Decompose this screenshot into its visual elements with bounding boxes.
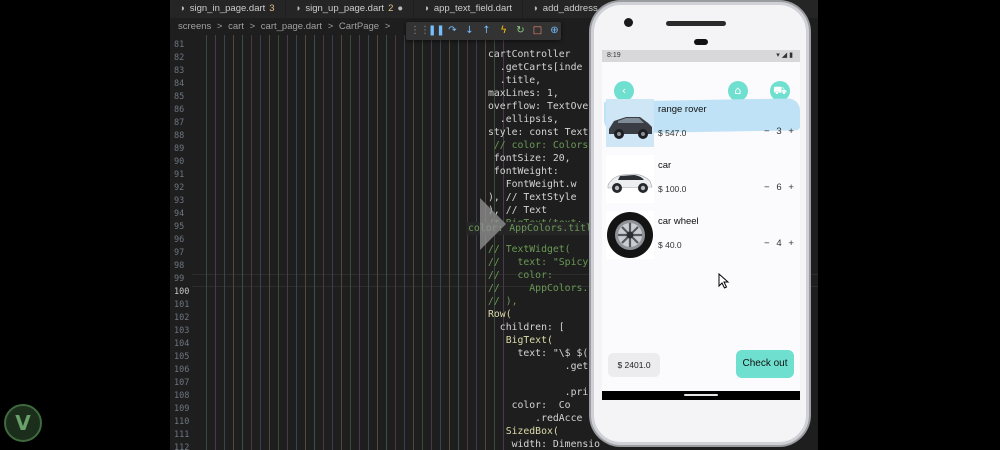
quantity-stepper: − 3 + xyxy=(764,126,794,137)
play-arrow-overlay-icon xyxy=(480,198,506,250)
decrement-button[interactable]: − xyxy=(764,238,770,249)
decrement-button[interactable]: − xyxy=(764,182,770,193)
code-line: .title, xyxy=(488,75,542,86)
car-image xyxy=(606,155,654,203)
breadcrumb-separator: > xyxy=(216,21,223,32)
code-line: children: [ xyxy=(488,322,565,333)
front-camera xyxy=(624,18,633,27)
code-line: FontWeight.w xyxy=(488,179,577,190)
code-line: .getCarts[inde xyxy=(488,62,583,73)
code-line: BigText( xyxy=(488,335,553,346)
dart-file-icon: ◗ xyxy=(295,3,302,14)
code-line: fontSize: 20, xyxy=(488,153,571,164)
car-wheel-image xyxy=(606,211,654,259)
code-line: fontWeight: xyxy=(488,166,559,177)
cart-item[interactable]: car wheel $ 40.0 − 4 + xyxy=(602,209,800,263)
tab-app-text-field[interactable]: ◗ app_text_field.dart xyxy=(414,0,524,18)
pause-icon[interactable]: ❚❚ xyxy=(428,22,445,40)
increment-button[interactable]: + xyxy=(788,238,794,249)
step-over-icon[interactable]: ↷ xyxy=(446,22,459,40)
item-name: range rover xyxy=(658,104,707,115)
code-line: SizedBox( xyxy=(488,426,559,437)
status-bar: 8:19 ▾◢▮ xyxy=(602,50,800,62)
code-line: maxLines: 1, xyxy=(488,88,559,99)
quantity-stepper: − 4 + xyxy=(764,238,794,249)
code-line: width: Dimensio xyxy=(488,439,601,450)
code-line: .pri xyxy=(488,387,589,398)
quantity-value: 4 xyxy=(776,238,782,249)
debug-toolbar: ⋮⋮ ❚❚ ↷ ↓ ↑ ϟ ↻ □ ⊕ xyxy=(406,22,561,40)
item-price: $ 40.0 xyxy=(658,240,682,250)
decrement-button[interactable]: − xyxy=(764,126,770,137)
code-line: Row( xyxy=(488,309,512,320)
checkout-button[interactable]: Check out xyxy=(736,350,794,378)
status-icons: ▾◢▮ xyxy=(776,52,795,59)
code-line: color: Co xyxy=(488,400,571,411)
step-out-icon[interactable]: ↑ xyxy=(480,22,493,40)
problem-count-badge: 3 xyxy=(269,3,275,14)
quantity-stepper: − 6 + xyxy=(764,182,794,193)
breadcrumb-screens[interactable]: screens xyxy=(178,21,211,32)
item-name: car wheel xyxy=(658,216,699,227)
hot-reload-icon[interactable]: ϟ xyxy=(497,22,510,40)
code-line: // color: Colors xyxy=(488,140,589,151)
dart-file-icon: ◗ xyxy=(533,3,539,14)
home-indicator[interactable] xyxy=(684,394,718,396)
status-time: 8:19 xyxy=(607,52,621,59)
dart-file-icon: ◗ xyxy=(424,3,430,14)
gesture-nav-bar xyxy=(602,391,800,400)
home-icon: ⌂ xyxy=(734,84,742,97)
cart-item[interactable]: car $ 100.0 − 6 + xyxy=(602,153,800,207)
cart-total: $ 2401.0 xyxy=(608,353,660,377)
quantity-value: 3 xyxy=(776,126,782,137)
dart-file-icon: ◗ xyxy=(180,3,186,14)
item-price: $ 547.0 xyxy=(658,128,687,138)
code-line: // color: xyxy=(488,270,553,281)
breadcrumb-cart[interactable]: cart xyxy=(228,21,244,32)
problem-count-badge: 2 xyxy=(388,3,394,14)
phone-emulator: 8:19 ▾◢▮ ‹ ⌂ ⛟ range rover $ 547.0 − 3 + xyxy=(591,2,809,445)
code-line: text: "\$ $( xyxy=(488,348,589,359)
breadcrumb-separator: > xyxy=(384,21,391,32)
code-line: overflow: TextOver xyxy=(488,101,595,112)
item-price: $ 100.0 xyxy=(658,184,687,194)
cart-item[interactable]: range rover $ 547.0 − 3 + xyxy=(602,97,800,151)
code-line: // AppColors.t xyxy=(488,283,595,294)
breadcrumb-file[interactable]: cart_page.dart xyxy=(261,21,322,32)
code-line: cartController xyxy=(488,49,571,60)
code-line: style: const TextS xyxy=(488,127,595,138)
breadcrumb-separator: > xyxy=(327,21,334,32)
tab-label: sign_in_page.dart xyxy=(189,3,266,14)
chevron-left-icon: ‹ xyxy=(621,84,627,97)
restart-icon[interactable]: ↻ xyxy=(514,22,527,40)
breadcrumb-separator: > xyxy=(249,21,256,32)
step-into-icon[interactable]: ↓ xyxy=(463,22,476,40)
code-line: .ellipsis, xyxy=(488,114,559,125)
app-screen: 8:19 ▾◢▮ ‹ ⌂ ⛟ range rover $ 547.0 − 3 + xyxy=(602,50,800,400)
code-line: .redAcce xyxy=(488,413,583,424)
watermark-logo xyxy=(4,404,42,442)
inspect-icon[interactable]: ⊕ xyxy=(548,22,561,40)
tab-sign-up-page[interactable]: ◗ sign_up_page.dart 2 ● xyxy=(286,0,415,18)
unsaved-dot-icon: ● xyxy=(397,3,404,14)
code-line: // ), xyxy=(488,296,518,307)
item-name: car xyxy=(658,160,672,171)
phone-speaker xyxy=(666,21,726,26)
code-line: // text: "Spicy", xyxy=(488,257,601,268)
quantity-value: 6 xyxy=(776,182,782,193)
increment-button[interactable]: + xyxy=(788,126,794,137)
breadcrumb-class[interactable]: CartPage xyxy=(339,21,379,32)
drag-handle-icon[interactable]: ⋮⋮ xyxy=(410,22,430,40)
cart-icon: ⛟ xyxy=(773,84,787,97)
code-line: .get xyxy=(488,361,589,372)
tab-label: sign_up_page.dart xyxy=(305,3,385,14)
tab-label: app_text_field.dart xyxy=(433,3,513,14)
increment-button[interactable]: + xyxy=(788,182,794,193)
range-rover-image xyxy=(606,99,654,147)
tab-sign-in-page[interactable]: ◗ sign_in_page.dart 3 xyxy=(170,0,286,18)
mouse-cursor-icon xyxy=(718,273,730,289)
phone-earpiece xyxy=(694,39,708,45)
stop-icon[interactable]: □ xyxy=(531,22,544,40)
